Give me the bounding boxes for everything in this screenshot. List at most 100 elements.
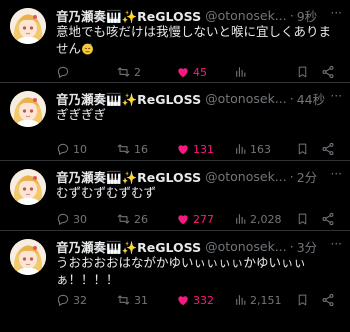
share-button[interactable] (321, 211, 335, 227)
views-button[interactable]: 2,028 (234, 211, 282, 227)
retweet-count: 16 (134, 142, 148, 156)
liked-heart-icon (176, 212, 190, 226)
display-name[interactable]: 音乃瀬奏🎹✨ReGLOSS (56, 90, 201, 107)
retweet-count: 2 (134, 65, 141, 79)
retweet-count: 26 (134, 212, 148, 226)
share-button[interactable] (321, 292, 335, 308)
bookmark-button[interactable] (296, 141, 309, 157)
share-button[interactable] (321, 141, 335, 157)
tweet-text: ぎぎぎぎ (56, 106, 336, 123)
timestamp[interactable]: 2分 (297, 168, 317, 185)
liked-heart-icon (176, 65, 190, 79)
display-name[interactable]: 音乃瀬奏🎹✨ReGLOSS (56, 238, 201, 255)
tweet-text-content: 意地でも咳だけは我慢しないと喉に宜しくありません (56, 24, 332, 56)
retweet-count: 31 (134, 293, 148, 307)
retweet-icon (116, 212, 131, 226)
reply-icon (56, 142, 70, 156)
separator: · (289, 238, 294, 254)
views-button[interactable] (234, 64, 250, 80)
view-count: 2,028 (250, 212, 282, 226)
like-count: 332 (193, 293, 214, 307)
bookmark-button[interactable] (296, 211, 309, 227)
avatar[interactable] (10, 169, 46, 205)
avatar[interactable] (10, 91, 46, 127)
reply-icon (56, 212, 70, 226)
share-button[interactable] (321, 64, 335, 80)
bookmark-icon (296, 142, 309, 156)
more-icon[interactable]: ··· (331, 167, 342, 181)
timestamp[interactable]: 3分 (297, 238, 317, 255)
tweet-header: 音乃瀬奏🎹✨ReGLOSS @otonosek... · 2分 (56, 168, 342, 185)
user-handle[interactable]: @otonosek... (205, 8, 287, 23)
timestamp[interactable]: 9秒 (297, 7, 317, 24)
reply-count: 30 (73, 212, 87, 226)
user-handle[interactable]: @otonosek... (205, 239, 287, 254)
share-icon (321, 212, 335, 226)
like-button[interactable]: 332 (176, 292, 214, 308)
tweet-header: 音乃瀬奏🎹✨ReGLOSS @otonosek... · 3分 (56, 238, 342, 255)
views-button[interactable]: 163 (234, 141, 271, 157)
like-button[interactable]: 277 (176, 211, 214, 227)
action-bar: 2 45 (56, 64, 342, 80)
avatar[interactable] (10, 239, 46, 275)
like-count: 277 (193, 212, 214, 226)
user-handle[interactable]: @otonosek... (205, 169, 287, 184)
views-button[interactable]: 2,151 (234, 292, 282, 308)
avatar[interactable] (10, 8, 46, 44)
bookmark-icon (296, 212, 309, 226)
display-name[interactable]: 音乃瀬奏🎹✨ReGLOSS (56, 168, 201, 185)
tweet-text: むずむずむずむず (56, 184, 336, 201)
share-icon (321, 142, 335, 156)
action-bar: 30 26 277 2,028 (56, 211, 342, 227)
more-icon[interactable]: ··· (331, 237, 342, 251)
action-bar: 10 16 131 163 (56, 141, 342, 157)
bookmark-icon (296, 293, 309, 307)
tweet[interactable]: 音乃瀬奏🎹✨ReGLOSS @otonosek... · 9秒 ··· 意地でも… (0, 0, 350, 83)
retweet-icon (116, 65, 131, 79)
bookmark-button[interactable] (296, 64, 309, 80)
retweet-button[interactable]: 16 (116, 141, 148, 157)
views-icon (234, 212, 247, 226)
retweet-button[interactable]: 31 (116, 292, 148, 308)
tweet-header: 音乃瀬奏🎹✨ReGLOSS @otonosek... · 9秒 (56, 7, 342, 24)
tweet[interactable]: 音乃瀬奏🎹✨ReGLOSS @otonosek... · 44秒 ··· ぎぎぎ… (0, 83, 350, 161)
tweet[interactable]: 音乃瀬奏🎹✨ReGLOSS @otonosek... · 2分 ··· むずむず… (0, 161, 350, 231)
reply-count: 32 (73, 293, 87, 307)
reply-icon (56, 293, 70, 307)
more-icon[interactable]: ··· (331, 6, 342, 20)
like-button[interactable]: 45 (176, 64, 207, 80)
tweet-text: うおおおおはながかゆいぃぃぃぃかゆいぃぃぁ！！！！ (56, 254, 336, 288)
reply-icon (56, 65, 70, 79)
reply-button[interactable]: 10 (56, 141, 87, 157)
share-icon (321, 293, 335, 307)
sweat-face-emoji-icon (81, 41, 94, 56)
separator: · (289, 90, 294, 106)
action-bar: 32 31 332 2,151 (56, 292, 342, 308)
view-count: 163 (250, 142, 271, 156)
share-icon (321, 65, 335, 79)
reply-button[interactable] (56, 64, 73, 80)
views-icon (234, 142, 247, 156)
views-icon (234, 65, 247, 79)
retweet-button[interactable]: 2 (116, 64, 141, 80)
display-name[interactable]: 音乃瀬奏🎹✨ReGLOSS (56, 7, 201, 24)
retweet-button[interactable]: 26 (116, 211, 148, 227)
tweet-text-content: うおおおおはながかゆいぃぃぃぃかゆいぃぃぁ！！！！ (56, 255, 307, 287)
user-handle[interactable]: @otonosek... (205, 91, 287, 106)
bookmark-button[interactable] (296, 292, 309, 308)
more-icon[interactable]: ··· (331, 89, 342, 103)
timestamp[interactable]: 44秒 (297, 90, 325, 107)
separator: · (289, 7, 294, 23)
liked-heart-icon (176, 293, 190, 307)
reply-button[interactable]: 30 (56, 211, 87, 227)
liked-heart-icon (176, 142, 190, 156)
bookmark-icon (296, 65, 309, 79)
tweet[interactable]: 音乃瀬奏🎹✨ReGLOSS @otonosek... · 3分 ··· うおおお… (0, 231, 350, 332)
timeline: 音乃瀬奏🎹✨ReGLOSS @otonosek... · 9秒 ··· 意地でも… (0, 0, 350, 332)
like-count: 45 (193, 65, 207, 79)
tweet-text-content: むずむずむずむず (56, 185, 157, 200)
like-count: 131 (193, 142, 214, 156)
like-button[interactable]: 131 (176, 141, 214, 157)
reply-button[interactable]: 32 (56, 292, 87, 308)
views-icon (234, 293, 247, 307)
